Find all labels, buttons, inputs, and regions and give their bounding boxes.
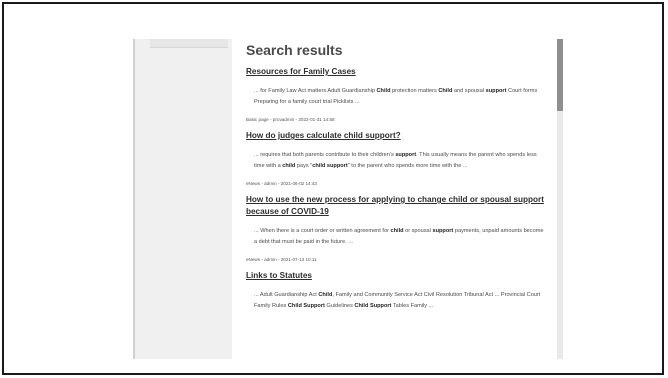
snippet-text: ... requires that both parents contribut… [254, 152, 396, 158]
result-title-link[interactable]: How do judges calculate child support? [246, 130, 546, 142]
snippet-keyword: support [432, 228, 454, 234]
search-result: Resources for Family Cases ... for Famil… [246, 66, 546, 123]
scrollbar[interactable] [557, 39, 563, 359]
snippet-keyword: support [395, 152, 417, 158]
snippet-keyword: Child [438, 88, 453, 94]
result-title-link[interactable]: Links to Statutes [246, 270, 546, 282]
snippet-text: ... for Family Law Act matters Adult Gua… [254, 88, 377, 94]
snippet-text: and spousal [452, 88, 486, 94]
result-meta: Basic page - provadmin - 2022-01-31 14:5… [246, 117, 335, 122]
scrollbar-thumb[interactable] [557, 39, 563, 111]
snippet-text: Guidelines [324, 302, 355, 309]
snippet-keyword: Child [376, 88, 391, 94]
search-result: Links to Statutes ... Adult Guardianship… [246, 270, 546, 311]
result-snippet: ... Adult Guardianship Act Child, Family… [254, 290, 546, 311]
result-snippet: ... requires that both parents contribut… [254, 150, 546, 171]
result-meta: eNews - admin - 2021-07-13 10:11 [246, 257, 317, 262]
snippet-text: protection matters [390, 88, 439, 94]
snippet-keyword: support [485, 88, 507, 94]
search-results-main: Search results Resources for Family Case… [246, 39, 546, 311]
search-result: How do judges calculate child support? .… [246, 130, 546, 187]
snippet-keyword: Child Support [287, 302, 325, 309]
snippet-text: ... When there is a court order or writt… [254, 228, 391, 234]
snippet-text: or spousal [403, 228, 433, 234]
left-sidebar [133, 39, 232, 359]
result-meta: eNews - admin - 2021-06-02 14:43 [246, 181, 317, 186]
result-title-link[interactable]: How to use the new process for applying … [246, 194, 546, 218]
result-snippet: ... for Family Law Act matters Adult Gua… [254, 86, 546, 107]
screenshot-frame: Search results Resources for Family Case… [2, 2, 664, 375]
sidebar-box [150, 39, 228, 48]
browser-viewport: Search results Resources for Family Case… [133, 39, 563, 359]
snippet-text: pays " [295, 162, 313, 169]
page-title: Search results [246, 42, 343, 58]
snippet-keyword: child [390, 228, 404, 234]
search-result: How to use the new process for applying … [246, 194, 546, 263]
snippet-keyword: child support [312, 162, 348, 169]
snippet-keyword: child [282, 162, 296, 169]
result-title-link[interactable]: Resources for Family Cases [246, 66, 546, 78]
sidebar-edge [133, 39, 135, 359]
snippet-text: Tables Family ... [391, 302, 434, 309]
snippet-keyword: Child Support [354, 302, 392, 309]
snippet-text: " to the parent who spends more time wit… [347, 162, 468, 169]
snippet-text: ... Adult Guardianship Act [254, 292, 319, 298]
snippet-keyword: Child [318, 292, 333, 298]
result-snippet: ... When there is a court order or writt… [254, 226, 546, 247]
